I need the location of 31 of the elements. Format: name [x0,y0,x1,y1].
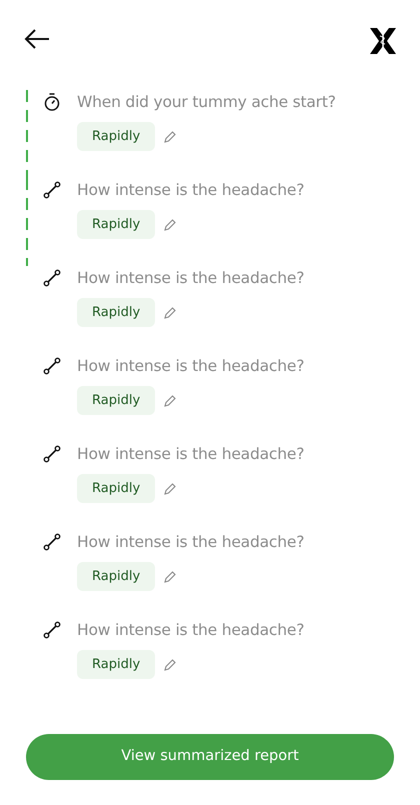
question-text: How intense is the headache? [77,532,304,553]
edit-icon[interactable] [163,218,178,232]
edit-icon[interactable] [163,482,178,496]
question-text: How intense is the headache? [77,444,304,465]
answer-chip: Rapidly [77,298,156,327]
answer-chip: Rapidly [77,210,156,239]
answer-chip: Rapidly [77,122,156,151]
route-icon [43,621,61,639]
back-icon[interactable] [24,28,50,50]
question-text: How intense is the headache? [77,180,304,201]
answer-chip: Rapidly [77,386,156,415]
route-icon [43,181,61,199]
route-icon [43,445,61,463]
edit-icon[interactable] [163,570,178,584]
edit-icon[interactable] [163,658,178,672]
question-text: How intense is the headache? [77,268,304,289]
stopwatch-icon [43,93,61,111]
answer-chip: Rapidly [77,562,156,591]
question-text: How intense is the headache? [77,356,304,377]
question-text: When did your tummy ache start? [77,92,336,113]
route-icon [43,269,61,287]
route-icon [43,533,61,551]
view-report-button[interactable]: View summarized report [26,734,394,780]
answer-chip: Rapidly [77,650,156,679]
question-text: How intense is the headache? [77,620,304,641]
route-icon [43,357,61,375]
answer-chip: Rapidly [77,474,156,503]
edit-icon[interactable] [163,306,178,320]
edit-icon[interactable] [163,130,178,144]
edit-icon[interactable] [163,394,178,408]
logo-icon [370,28,396,54]
